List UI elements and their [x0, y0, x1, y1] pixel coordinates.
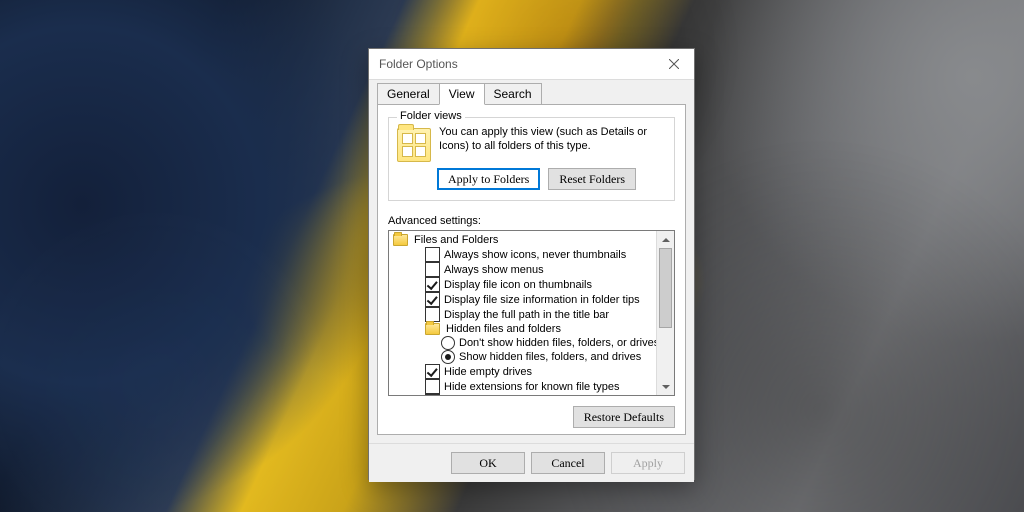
folder-views-icon	[397, 128, 431, 162]
tree-item[interactable]: Display file size information in folder …	[393, 292, 654, 307]
apply-button[interactable]: Apply	[611, 452, 685, 474]
scroll-track[interactable]	[657, 248, 674, 378]
tree-label: Hidden files and folders	[446, 322, 561, 336]
titlebar[interactable]: Folder Options	[369, 49, 694, 79]
scroll-up-button[interactable]	[657, 231, 674, 248]
close-button[interactable]	[654, 49, 694, 79]
tree-item[interactable]: Show hidden files, folders, and drives	[393, 350, 654, 364]
tree-label: Files and Folders	[414, 233, 498, 247]
advanced-settings-tree[interactable]: Files and FoldersAlways show icons, neve…	[388, 230, 675, 396]
folder-views-group: Folder views You can apply this view (su…	[388, 117, 675, 201]
tree-label: Show hidden files, folders, and drives	[459, 350, 641, 364]
tree-item[interactable]: Hide folder merge conflicts	[393, 394, 654, 395]
folder-icon	[425, 323, 440, 335]
tree-label: Display file size information in folder …	[444, 293, 640, 307]
checkbox[interactable]	[425, 292, 440, 307]
checkbox[interactable]	[425, 277, 440, 292]
desktop-wallpaper: Folder Options General View Search Folde…	[0, 0, 1024, 512]
tree-label: Hide extensions for known file types	[444, 380, 619, 394]
scrollbar[interactable]	[656, 231, 674, 395]
advanced-settings-list: Files and FoldersAlways show icons, neve…	[389, 231, 656, 395]
tab-view-content: Folder views You can apply this view (su…	[377, 104, 686, 435]
apply-to-folders-button[interactable]: Apply to Folders	[437, 168, 540, 190]
scroll-thumb[interactable]	[659, 248, 672, 328]
folder-icon	[393, 234, 408, 246]
tree-item[interactable]: Always show icons, never thumbnails	[393, 247, 654, 262]
tab-search[interactable]: Search	[484, 83, 542, 105]
tree-label: Always show menus	[444, 263, 544, 277]
restore-defaults-button[interactable]: Restore Defaults	[573, 406, 675, 428]
tab-view[interactable]: View	[439, 83, 485, 105]
tree-label: Hide empty drives	[444, 365, 532, 379]
folder-views-legend: Folder views	[397, 110, 465, 122]
tree-item[interactable]: Display the full path in the title bar	[393, 307, 654, 322]
tab-general[interactable]: General	[377, 83, 440, 105]
ok-button[interactable]: OK	[451, 452, 525, 474]
dialog-client-area: General View Search Folder views You can…	[369, 79, 694, 443]
tree-item[interactable]: Display file icon on thumbnails	[393, 277, 654, 292]
tree-item[interactable]: Hide extensions for known file types	[393, 379, 654, 394]
folder-views-description: You can apply this view (such as Details…	[439, 126, 666, 162]
folder-options-dialog: Folder Options General View Search Folde…	[368, 48, 695, 480]
scroll-down-button[interactable]	[657, 378, 674, 395]
checkbox[interactable]	[425, 364, 440, 379]
chevron-up-icon	[662, 238, 670, 242]
checkbox[interactable]	[425, 262, 440, 277]
checkbox[interactable]	[425, 394, 440, 395]
window-title: Folder Options	[379, 57, 458, 71]
reset-folders-button[interactable]: Reset Folders	[548, 168, 636, 190]
radio-button[interactable]	[441, 350, 455, 364]
tree-item[interactable]: Hidden files and folders	[393, 322, 654, 336]
chevron-down-icon	[662, 385, 670, 389]
tree-item[interactable]: Don't show hidden files, folders, or dri…	[393, 336, 654, 350]
tree-item[interactable]: Hide empty drives	[393, 364, 654, 379]
tree-item[interactable]: Always show menus	[393, 262, 654, 277]
tree-label: Don't show hidden files, folders, or dri…	[459, 336, 656, 350]
tree-label: Display file icon on thumbnails	[444, 278, 592, 292]
checkbox[interactable]	[425, 307, 440, 322]
checkbox[interactable]	[425, 247, 440, 262]
tree-label: Hide folder merge conflicts	[444, 395, 574, 396]
checkbox[interactable]	[425, 379, 440, 394]
tree-label: Always show icons, never thumbnails	[444, 248, 626, 262]
advanced-settings-label: Advanced settings:	[388, 215, 675, 227]
tree-root-files-and-folders[interactable]: Files and Folders	[393, 233, 654, 247]
dialog-button-row: OK Cancel Apply	[369, 443, 694, 482]
cancel-button[interactable]: Cancel	[531, 452, 605, 474]
tab-strip: General View Search	[377, 84, 686, 105]
tree-label: Display the full path in the title bar	[444, 308, 609, 322]
radio-button[interactable]	[441, 336, 455, 350]
close-icon	[669, 59, 679, 69]
